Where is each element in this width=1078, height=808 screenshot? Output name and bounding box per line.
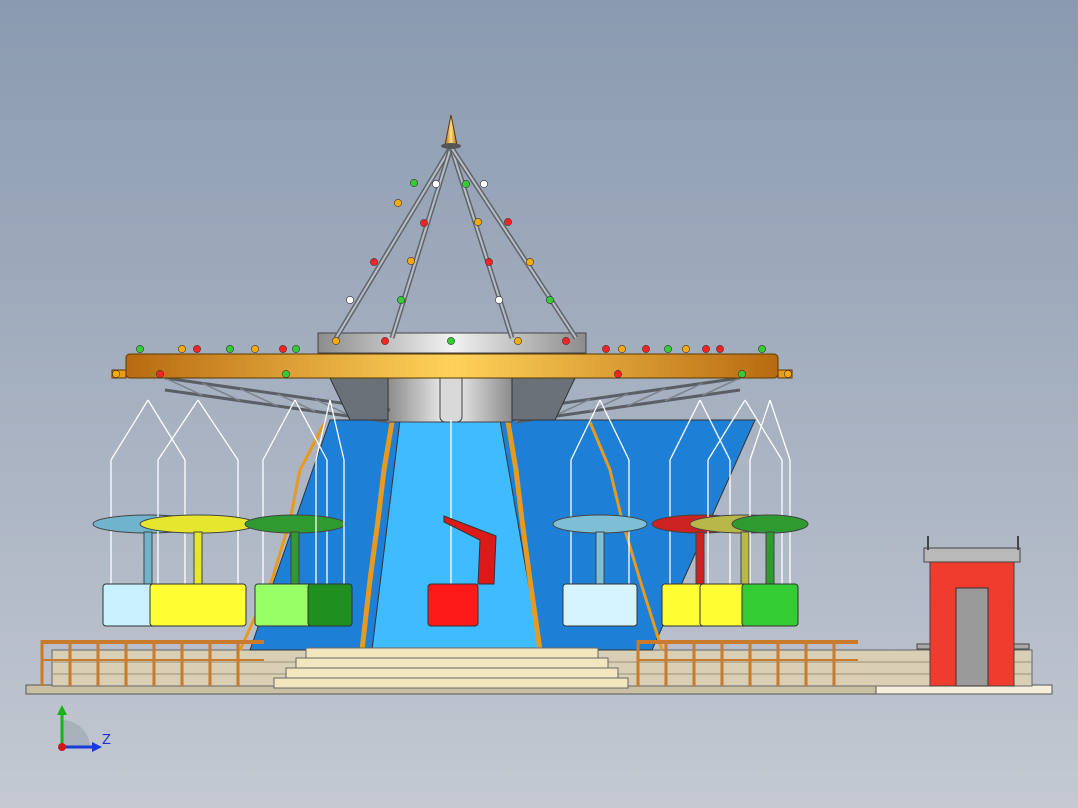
- light-bulb: [738, 370, 746, 378]
- light-bulb: [474, 218, 482, 226]
- light-bulb: [332, 337, 340, 345]
- light-bulb: [346, 296, 354, 304]
- cad-viewport[interactable]: Z: [0, 0, 1078, 808]
- canopy-ring: [111, 353, 793, 379]
- swing-seat: [562, 583, 638, 627]
- light-bulb: [178, 345, 186, 353]
- light-bulb: [381, 337, 389, 345]
- swing-seat: [427, 583, 479, 627]
- roof-rods: [333, 145, 579, 340]
- seat-canopy: [552, 514, 648, 534]
- light-bulb: [682, 345, 690, 353]
- light-bulb: [642, 345, 650, 353]
- light-bulb: [156, 370, 164, 378]
- light-bulb: [112, 370, 120, 378]
- light-bulb: [410, 179, 418, 187]
- light-bulb: [282, 370, 290, 378]
- light-bulb: [618, 345, 626, 353]
- light-bulb: [602, 345, 610, 353]
- light-bulb: [397, 296, 405, 304]
- light-bulb: [526, 258, 534, 266]
- ticket-booth: [916, 536, 1030, 687]
- axis-triad-icon: Z: [57, 705, 111, 752]
- seat-canopy: [139, 514, 257, 534]
- light-bulb: [370, 258, 378, 266]
- light-bulb: [784, 370, 792, 378]
- light-bulb: [485, 258, 493, 266]
- light-bulb: [279, 345, 287, 353]
- swing-seat: [307, 583, 353, 627]
- seat-canopy: [244, 514, 346, 534]
- top-spike: [441, 114, 461, 149]
- light-bulb: [562, 337, 570, 345]
- light-bulb: [514, 337, 522, 345]
- light-bulb: [702, 345, 710, 353]
- light-bulb: [504, 218, 512, 226]
- swing-seat: [149, 583, 247, 627]
- light-bulb: [664, 345, 672, 353]
- light-bulb: [432, 180, 440, 188]
- light-bulb: [407, 257, 415, 265]
- light-bulb: [716, 345, 724, 353]
- light-bulb: [495, 296, 503, 304]
- light-bulb: [462, 180, 470, 188]
- light-bulb: [292, 345, 300, 353]
- light-bulb: [193, 345, 201, 353]
- light-bulb: [447, 337, 455, 345]
- light-bulb: [394, 199, 402, 207]
- light-bulb: [226, 345, 234, 353]
- light-bulb: [546, 296, 554, 304]
- axis-z-label: Z: [102, 733, 111, 748]
- light-bulb: [614, 370, 622, 378]
- seat-canopy: [731, 514, 809, 534]
- light-bulb: [251, 345, 259, 353]
- light-bulb: [758, 345, 766, 353]
- light-bulb: [136, 345, 144, 353]
- swing-seat: [741, 583, 799, 627]
- light-bulb: [480, 180, 488, 188]
- light-bulb: [420, 219, 428, 227]
- entrance-steps: [273, 647, 629, 689]
